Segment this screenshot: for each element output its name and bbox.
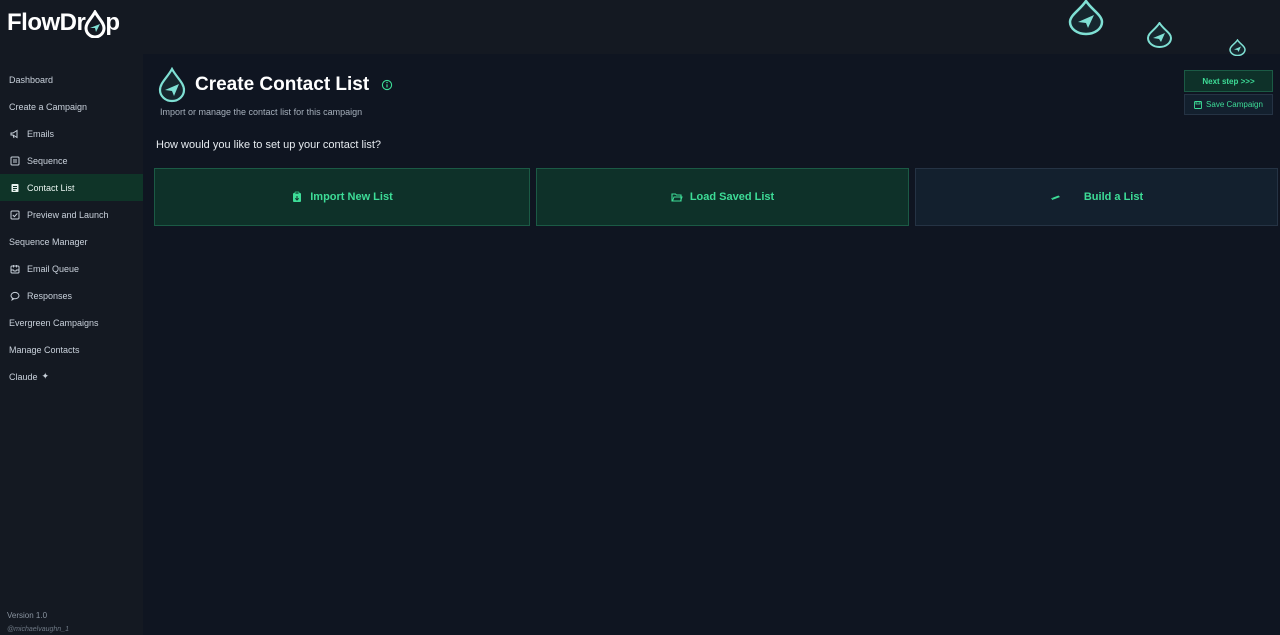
sidebar-item-label: Claude: [9, 371, 38, 382]
page-subtitle: Import or manage the contact list for th…: [160, 107, 363, 117]
sidebar-item-label: Sequence Manager: [9, 236, 88, 247]
pencil-icon: [1050, 191, 1062, 203]
app-logo[interactable]: FlowDr p: [7, 8, 120, 39]
sidebar-item-label: Contact List: [27, 182, 75, 193]
sidebar-item-claude[interactable]: Claude ✦: [0, 363, 143, 390]
megaphone-icon: [9, 128, 21, 140]
sidebar-item-sequence-manager[interactable]: Sequence Manager: [0, 228, 143, 255]
import-new-list-button[interactable]: Import New List: [154, 168, 530, 226]
decorative-drop-icon: [1229, 39, 1246, 56]
option-label: Load Saved List: [689, 191, 775, 203]
save-icon: [1194, 100, 1202, 109]
sidebar-item-manage-contacts[interactable]: Manage Contacts: [0, 336, 143, 363]
checkbox-icon: [9, 209, 21, 221]
sidebar-item-label: Create a Campaign: [9, 101, 88, 112]
setup-question: How would you like to set up your contac…: [156, 139, 382, 151]
logo-text-suffix: p: [105, 9, 120, 36]
option-label: Import New List: [310, 191, 393, 203]
sidebar-item-emails[interactable]: Emails: [0, 120, 143, 147]
chat-icon: [9, 290, 21, 302]
build-a-list-button[interactable]: Build a List: [915, 168, 1278, 226]
version-label: Version 1.0: [7, 611, 48, 620]
next-step-button[interactable]: Next step >>>: [1184, 70, 1273, 92]
sidebar-item-label: Responses: [27, 290, 73, 301]
sidebar-item-responses[interactable]: Responses: [0, 282, 143, 309]
info-icon[interactable]: [381, 79, 393, 91]
save-campaign-label: Save Campaign: [1206, 100, 1263, 109]
decorative-drop-icon: [1068, 0, 1104, 36]
list-icon: [9, 155, 21, 167]
page-title: Create Contact List: [195, 74, 370, 95]
top-bar: FlowDr p: [0, 0, 1280, 56]
sidebar-item-label: Preview and Launch: [27, 209, 109, 220]
load-saved-list-button[interactable]: Load Saved List: [536, 168, 909, 226]
sidebar-item-email-queue[interactable]: Email Queue: [0, 255, 143, 282]
clipboard-icon: [291, 191, 303, 203]
logo-text-prefix: FlowDr: [7, 9, 86, 36]
sidebar-item-label: Emails: [27, 128, 55, 139]
sidebar-item-sequence[interactable]: Sequence: [0, 147, 143, 174]
folder-icon: [671, 191, 683, 203]
sidebar-item-label: Dashboard: [9, 74, 54, 85]
sidebar-item-contact-list[interactable]: Contact List: [0, 174, 143, 201]
page-drop-icon: [158, 67, 186, 103]
option-label: Build a List: [1083, 191, 1144, 203]
save-campaign-button[interactable]: Save Campaign: [1184, 94, 1273, 115]
logo-drop-icon: [84, 8, 106, 39]
sidebar-item-label: Sequence: [27, 155, 68, 166]
sidebar-item-preview-launch[interactable]: Preview and Launch: [0, 201, 143, 228]
sparkle-icon: ✦: [41, 371, 50, 381]
sidebar-item-label: Evergreen Campaigns: [9, 317, 99, 328]
sidebar-item-label: Manage Contacts: [9, 344, 80, 355]
user-handle: @michaelvaughn_1: [7, 626, 69, 633]
decorative-drop-icon: [1146, 22, 1173, 48]
contact-list-icon: [9, 182, 21, 194]
sidebar-item-dashboard[interactable]: Dashboard: [0, 66, 143, 93]
inbox-icon: [9, 263, 21, 275]
sidebar-item-create-campaign[interactable]: Create a Campaign: [0, 93, 143, 120]
sidebar-item-evergreen-campaigns[interactable]: Evergreen Campaigns: [0, 309, 143, 336]
sidebar-item-label: Email Queue: [27, 263, 80, 274]
